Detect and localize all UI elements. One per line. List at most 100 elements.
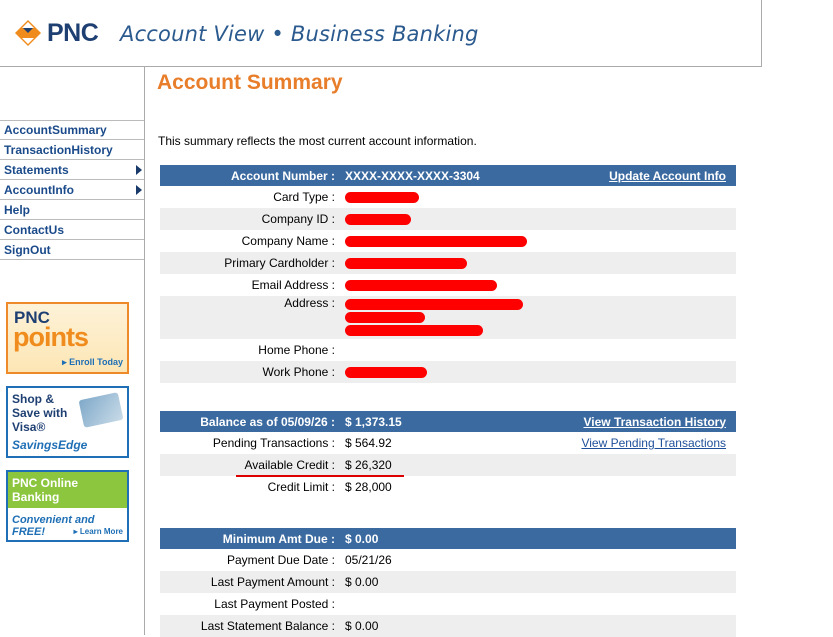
promo-line: Shop &	[12, 392, 54, 406]
pnc-points-banner[interactable]: PNC points ▸ Enroll Today	[6, 302, 129, 374]
table-row: Card Type :	[160, 186, 736, 208]
min-due-label: Minimum Amt Due :	[160, 528, 343, 549]
table-header-row: Account Number : XXXX-XXXX-XXXX-3304 Upd…	[160, 165, 736, 186]
nav-item-contact-us[interactable]: ContactUs	[0, 220, 144, 240]
learn-more-link: ▸ Learn More	[73, 527, 123, 536]
email-label: Email Address :	[251, 278, 335, 292]
last-payment-posted-label: Last Payment Posted :	[214, 597, 335, 611]
last-payment-amount-label: Last Payment Amount :	[160, 571, 343, 593]
nav-label: Statements	[4, 162, 69, 177]
redaction-mark	[345, 236, 527, 248]
redaction-mark	[345, 258, 467, 270]
available-credit-value: $ 26,320	[343, 454, 736, 476]
balance-value: $ 1,373.15	[343, 411, 546, 432]
table-row: Last Payment Posted :	[160, 593, 736, 615]
address-label: Address :	[160, 296, 343, 339]
table-row: Payment Due Date : 05/21/26	[160, 549, 736, 571]
last-payment-amount-value: $ 0.00	[343, 571, 736, 593]
redaction-mark	[345, 367, 427, 379]
pending-label: Pending Transactions :	[212, 436, 335, 450]
nav-label: AccountSummary	[4, 123, 107, 137]
nav-item-account-summary[interactable]: AccountSummary	[0, 120, 144, 140]
balance-table: Balance as of 05/09/26 : $ 1,373.15 View…	[160, 411, 736, 498]
submenu-arrow-icon	[136, 185, 142, 195]
address-value	[343, 296, 736, 339]
promo-text: PNC Online Banking	[12, 476, 78, 504]
intro-text: This summary reflects the most current a…	[158, 134, 477, 148]
redaction-mark	[345, 214, 411, 226]
sidebar: AccountSummary TransactionHistory Statem…	[0, 66, 145, 635]
account-number-value: XXXX-XXXX-XXXX-3304	[343, 165, 546, 186]
pending-link-cell: View Pending Transactions	[546, 432, 736, 454]
online-banking-banner[interactable]: PNC Online Banking Convenient and FREE! …	[6, 470, 129, 542]
redaction-mark	[345, 325, 483, 337]
table-row: Work Phone :	[160, 361, 736, 383]
home-phone-label: Home Phone :	[258, 343, 335, 357]
work-phone-value	[343, 361, 736, 383]
update-account-link-cell: Update Account Info	[546, 165, 736, 186]
nav-label: TransactionHistory	[4, 142, 113, 157]
redaction-mark	[345, 312, 425, 324]
credit-card-icon	[78, 392, 124, 428]
table-row: Credit Limit : $ 28,000	[160, 476, 736, 498]
account-info-table: Account Number : XXXX-XXXX-XXXX-3304 Upd…	[160, 165, 736, 383]
primary-cardholder-label: Primary Cardholder :	[160, 252, 343, 274]
view-transaction-history-link[interactable]: View Transaction History	[584, 415, 727, 429]
table-row: Last Payment Amount : $ 0.00	[160, 571, 736, 593]
promo-points-logo: points	[13, 322, 89, 352]
company-id-value	[343, 208, 736, 230]
nav-item-help[interactable]: Help	[0, 200, 144, 220]
min-due-value: $ 0.00	[343, 528, 736, 549]
savings-edge-banner[interactable]: Shop & Save with Visa® SavingsEdge	[6, 386, 129, 458]
table-header-row: Balance as of 05/09/26 : $ 1,373.15 View…	[160, 411, 736, 432]
pnc-logo[interactable]: PNC	[13, 18, 99, 48]
table-row: Company ID :	[160, 208, 736, 230]
table-row: Email Address :	[160, 274, 736, 296]
nav-label: Help	[4, 202, 31, 217]
promo-line: Visa®	[12, 420, 46, 434]
sidebar-nav: AccountSummary TransactionHistory Statem…	[0, 120, 144, 260]
table-row: Address :	[160, 296, 736, 339]
table-row: Available Credit : $ 26,320	[160, 454, 736, 476]
nav-item-statements[interactable]: Statements	[0, 160, 144, 180]
last-statement-balance-label: Last Statement Balance :	[160, 615, 343, 637]
home-phone-value	[343, 339, 736, 361]
nav-item-sign-out[interactable]: SignOut	[0, 240, 144, 260]
card-type-value	[343, 186, 736, 208]
table-header-row: Minimum Amt Due : $ 0.00	[160, 528, 736, 549]
table-row: Pending Transactions : $ 564.92 View Pen…	[160, 432, 736, 454]
email-value	[343, 274, 736, 296]
due-date-value: 05/21/26	[345, 553, 392, 567]
last-statement-balance-value: $ 0.00	[343, 615, 736, 637]
company-id-label: Company ID :	[160, 208, 343, 230]
promo-line: PNC Online	[12, 476, 79, 490]
nav-item-transaction-history[interactable]: TransactionHistory	[0, 140, 144, 160]
nav-label: SignOut	[4, 242, 51, 257]
payment-table: Minimum Amt Due : $ 0.00 Payment Due Dat…	[160, 528, 736, 637]
credit-limit-label: Credit Limit :	[267, 480, 335, 494]
redaction-mark	[345, 299, 523, 311]
pnc-logo-icon	[13, 18, 43, 48]
update-account-info-link[interactable]: Update Account Info	[609, 169, 726, 183]
primary-cardholder-value	[343, 252, 736, 274]
work-phone-label: Work Phone :	[160, 361, 343, 383]
submenu-arrow-icon	[136, 165, 142, 175]
enroll-link: ▸ Enroll Today	[62, 357, 123, 367]
promo-line: Banking	[12, 490, 60, 504]
page-header: PNC Account View • Business Banking	[0, 0, 762, 67]
due-date-label: Payment Due Date :	[226, 553, 335, 567]
nav-item-account-info[interactable]: AccountInfo	[0, 180, 144, 200]
redaction-mark	[345, 192, 419, 204]
last-payment-posted-value	[343, 593, 736, 615]
promo-line: Save with	[12, 406, 68, 420]
history-link-cell: View Transaction History	[546, 411, 736, 432]
view-pending-transactions-link[interactable]: View Pending Transactions	[581, 436, 726, 450]
company-name-label: Company Name :	[241, 234, 335, 248]
app-title: Account View • Business Banking	[120, 22, 479, 46]
company-name-value	[343, 230, 736, 252]
page-title: Account Summary	[157, 71, 343, 94]
highlight-underline	[236, 475, 404, 477]
nav-label: ContactUs	[4, 222, 65, 237]
logo-text: PNC	[47, 18, 99, 47]
table-row: Company Name :	[160, 230, 736, 252]
